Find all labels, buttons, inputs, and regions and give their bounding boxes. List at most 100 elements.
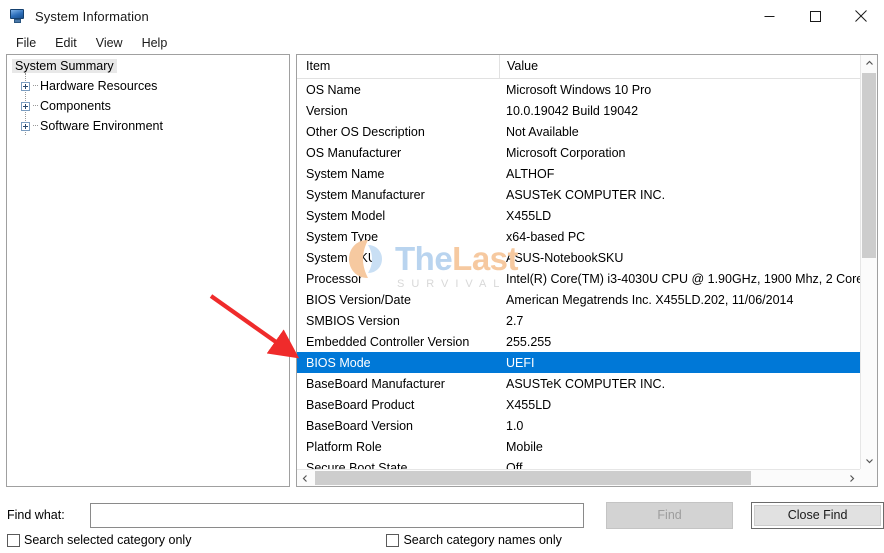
close-find-button[interactable]: Close Find xyxy=(751,501,884,529)
expand-plus-icon[interactable] xyxy=(21,81,30,91)
cell-value: Intel(R) Core(TM) i3-4030U CPU @ 1.90GHz… xyxy=(506,271,860,286)
table-row[interactable]: System Name ALTHOF xyxy=(297,163,860,184)
chevron-left-icon[interactable] xyxy=(297,470,314,486)
menu-item-file[interactable]: File xyxy=(7,35,45,52)
computer-icon xyxy=(10,8,26,24)
table-row[interactable]: System Model X455LD xyxy=(297,205,860,226)
table-row[interactable]: OS Name Microsoft Windows 10 Pro xyxy=(297,79,860,100)
table-row[interactable]: Platform Role Mobile xyxy=(297,436,860,457)
menu-item-help[interactable]: Help xyxy=(133,35,177,52)
tree-item-label: Components xyxy=(40,99,111,113)
cell-item: Other OS Description xyxy=(306,124,425,139)
table-row[interactable]: BaseBoard Product X455LD xyxy=(297,394,860,415)
search-selected-category-checkbox[interactable]: Search selected category only xyxy=(7,533,191,547)
cell-value: American Megatrends Inc. X455LD.202, 11/… xyxy=(506,292,794,307)
scrollbar-corner xyxy=(860,469,877,486)
details-list-viewport: Item Value OS Name Microsoft Windows 10 P… xyxy=(297,55,860,469)
cell-item: BaseBoard Version xyxy=(306,418,414,433)
cell-item: System Type xyxy=(306,229,379,244)
tree-item-label: System Summary xyxy=(12,59,117,73)
cell-item: System SKU xyxy=(306,250,377,265)
table-row[interactable]: Processor Intel(R) Core(TM) i3-4030U CPU … xyxy=(297,268,860,289)
cell-value: Mobile xyxy=(506,439,543,454)
cell-item: Secure Boot State xyxy=(306,460,408,470)
table-row[interactable]: Secure Boot State Off xyxy=(297,457,860,470)
table-row[interactable]: Other OS Description Not Available xyxy=(297,121,860,142)
cell-value: 255.255 xyxy=(506,334,552,349)
expand-plus-icon[interactable] xyxy=(21,101,30,111)
cell-item: Processor xyxy=(306,271,363,286)
tree-item-components[interactable]: Components xyxy=(7,96,289,116)
cell-value: X455LD xyxy=(506,208,552,223)
vertical-scrollbar[interactable] xyxy=(860,55,877,469)
cell-value: x64-based PC xyxy=(506,229,586,244)
table-row[interactable]: System Manufacturer ASUSTeK COMPUTER INC. xyxy=(297,184,860,205)
cell-value: Microsoft Corporation xyxy=(506,145,626,160)
cell-value: 2.7 xyxy=(506,313,524,328)
table-row[interactable]: BaseBoard Manufacturer ASUSTeK COMPUTER I… xyxy=(297,373,860,394)
checkbox-box-icon[interactable] xyxy=(7,533,20,547)
cell-value: ASUS-NotebookSKU xyxy=(506,250,624,265)
cell-item: System Name xyxy=(306,166,385,181)
chevron-down-icon[interactable] xyxy=(861,452,877,469)
details-list[interactable]: Item Value OS Name Microsoft Windows 10 P… xyxy=(296,54,878,487)
menu-bar: File Edit View Help xyxy=(0,32,884,54)
checkbox-box-icon[interactable] xyxy=(386,533,400,547)
cell-item: Version xyxy=(306,103,348,118)
tree-item-software-environment[interactable]: Software Environment xyxy=(7,116,289,136)
list-header: Item Value xyxy=(297,55,860,79)
cell-value: 10.0.19042 Build 19042 xyxy=(506,103,639,118)
cell-value: X455LD xyxy=(506,397,552,412)
cell-item: SMBIOS Version xyxy=(306,313,400,328)
column-header-value[interactable]: Value xyxy=(499,55,860,78)
window-controls xyxy=(746,0,884,32)
horizontal-scroll-thumb[interactable] xyxy=(315,471,751,485)
find-input[interactable] xyxy=(90,502,584,528)
table-row[interactable]: OS Manufacturer Microsoft Corporation xyxy=(297,142,860,163)
window-title: System Information xyxy=(35,8,149,24)
cell-value: ALTHOF xyxy=(506,166,555,181)
chevron-up-icon[interactable] xyxy=(861,55,877,72)
cell-item: BaseBoard Manufacturer xyxy=(306,376,445,391)
cell-value: ASUSTeK COMPUTER INC. xyxy=(506,187,666,202)
vertical-scroll-thumb[interactable] xyxy=(862,73,876,258)
find-what-label: Find what: xyxy=(7,508,65,522)
table-row[interactable]: BaseBoard Version 1.0 xyxy=(297,415,860,436)
tree-dash-icon xyxy=(33,105,38,107)
cell-value: 1.0 xyxy=(506,418,524,433)
category-tree[interactable]: System Summary Hardware Resources Compon… xyxy=(6,54,290,487)
table-row[interactable]: SMBIOS Version 2.7 xyxy=(297,310,860,331)
column-header-item[interactable]: Item xyxy=(297,55,499,78)
cell-item: OS Manufacturer xyxy=(306,145,402,160)
cell-item: BaseBoard Product xyxy=(306,397,415,412)
list-rows: OS Name Microsoft Windows 10 Pro Version 10… xyxy=(297,79,860,469)
table-row[interactable]: BIOS Mode UEFI xyxy=(297,352,860,373)
horizontal-scrollbar[interactable] xyxy=(297,469,860,486)
table-row[interactable]: Version 10.0.19042 Build 19042 xyxy=(297,100,860,121)
checkbox-label: Search selected category only xyxy=(24,533,192,547)
table-row[interactable]: System SKU ASUS-NotebookSKU xyxy=(297,247,860,268)
search-category-names-checkbox[interactable]: Search category names only xyxy=(386,533,562,547)
find-row: Find what: Find Close Find xyxy=(0,500,884,530)
table-row[interactable]: BIOS Version/Date American Megatrends Inc… xyxy=(297,289,860,310)
cell-value: ASUSTeK COMPUTER INC. xyxy=(506,376,666,391)
tree-item-system-summary[interactable]: System Summary xyxy=(7,56,289,76)
main-split: System Summary Hardware Resources Compon… xyxy=(0,54,884,492)
tree-item-hardware-resources[interactable]: Hardware Resources xyxy=(7,76,289,96)
find-button[interactable]: Find xyxy=(606,501,734,529)
maximize-button[interactable] xyxy=(792,0,838,32)
cell-value: Microsoft Windows 10 Pro xyxy=(506,82,652,97)
table-row[interactable]: Embedded Controller Version 255.255 xyxy=(297,331,860,352)
menu-item-view[interactable]: View xyxy=(87,35,132,52)
table-row[interactable]: System Type x64-based PC xyxy=(297,226,860,247)
tree-item-label: Software Environment xyxy=(40,119,163,133)
close-button[interactable] xyxy=(838,0,884,32)
checkbox-label: Search category names only xyxy=(403,533,562,547)
cell-item: OS Name xyxy=(306,82,361,97)
expand-plus-icon[interactable] xyxy=(21,121,30,131)
minimize-button[interactable] xyxy=(746,0,792,32)
cell-item: System Manufacturer xyxy=(306,187,425,202)
menu-item-edit[interactable]: Edit xyxy=(46,35,86,52)
cell-item: Platform Role xyxy=(306,439,382,454)
chevron-right-icon[interactable] xyxy=(843,470,860,486)
